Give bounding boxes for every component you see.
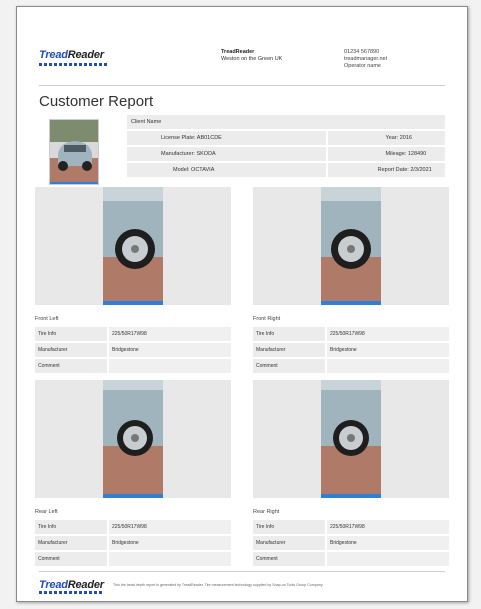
tyre-row: Comment	[253, 359, 449, 373]
tyre-row: Comment	[35, 359, 231, 373]
license-plate: License Plate: AB01CDE	[127, 131, 326, 145]
client-name: Client Name	[127, 115, 445, 129]
tyre-row: Manufacturer Bridgestone	[253, 343, 449, 357]
tyre-row: Comment	[35, 552, 231, 566]
info-row: Client Name	[127, 115, 447, 129]
vehicle-photo	[50, 120, 98, 184]
tyre-row: Manufacturer Bridgestone	[35, 536, 231, 550]
vehicle-model: Model: OCTAVIA	[127, 163, 326, 177]
vehicle-info-table: Client Name License Plate: AB01CDE Year:…	[127, 115, 447, 179]
treadreader-logo: TreadReader	[39, 49, 104, 61]
tyre-photo	[103, 187, 163, 305]
contact-block: 01234 567890 treadmanager.net Operator n…	[344, 49, 387, 70]
tyre-photo	[103, 380, 163, 498]
tyre-photo-front-right	[253, 187, 449, 305]
tyre-photo	[321, 187, 381, 305]
tyre-row: Tire Info 225/50R17W98	[35, 327, 231, 341]
logo-underline	[39, 63, 109, 66]
tyre-row: Manufacturer Bridgestone	[253, 536, 449, 550]
manufacturer-value: Bridgestone	[109, 343, 231, 357]
tire-info-value: 225/50R17W98	[109, 327, 231, 341]
comment-label: Comment	[35, 552, 107, 566]
tyre-position-rear-right: Rear Right	[253, 509, 280, 515]
contact-operator: Operator name	[344, 63, 381, 69]
tire-info-value: 225/50R17W98	[109, 520, 231, 534]
tyre-photo-front-left	[35, 187, 231, 305]
comment-value	[109, 359, 231, 373]
info-row: Manufacturer: SKODA Mileage: 128490	[127, 147, 447, 161]
vehicle-thumbnail	[49, 119, 99, 185]
logo-tread-text: Tread	[39, 579, 68, 591]
comment-value	[109, 552, 231, 566]
tyre-photo-rear-left	[35, 380, 231, 498]
page-title: Customer Report	[39, 93, 154, 110]
tyre-row: Tire Info 225/50R17W98	[253, 520, 449, 534]
footer-logo: TreadReader	[39, 579, 104, 591]
tire-info-label: Tire Info	[35, 327, 107, 341]
vehicle-manufacturer: Manufacturer: SKODA	[127, 147, 326, 161]
report-footer: TreadReader This tire tread depth report…	[39, 577, 445, 595]
logo-reader-text: Reader	[67, 579, 104, 591]
manufacturer-label: Manufacturer	[35, 536, 107, 550]
comment-label: Comment	[35, 359, 107, 373]
company-name: TreadReader	[221, 49, 255, 55]
vehicle-mileage: Mileage: 128490	[327, 147, 445, 161]
footer-text: This tire tread depth report is generate…	[113, 583, 324, 587]
contact-phone: 01234 567890	[344, 49, 380, 55]
info-row: Model: OCTAVIA Report Date: 2/3/2021	[127, 163, 447, 177]
logo-reader-text: Reader	[67, 49, 104, 61]
manufacturer-value: Bridgestone	[109, 536, 231, 550]
vehicle-year: Year: 2016	[327, 131, 445, 145]
company-block: TreadReader Weston on the Green UK	[221, 49, 282, 63]
tire-info-label: Tire Info	[35, 520, 107, 534]
tyre-photo-rear-right	[253, 380, 449, 498]
tyre-photo	[321, 380, 381, 498]
comment-label: Comment	[253, 552, 325, 566]
report-header: TreadReader TreadReader Weston on the Gr…	[39, 47, 445, 81]
tire-info-label: Tire Info	[253, 520, 325, 534]
tire-info-value: 225/50R17W98	[327, 520, 449, 534]
tire-info-label: Tire Info	[253, 327, 325, 341]
manufacturer-label: Manufacturer	[253, 536, 325, 550]
company-location: Weston on the Green UK	[221, 56, 283, 62]
header-divider	[39, 85, 445, 86]
manufacturer-label: Manufacturer	[253, 343, 325, 357]
tyre-row: Comment	[253, 552, 449, 566]
tyre-position-rear-left: Rear Left	[35, 509, 58, 515]
footer-divider	[39, 571, 445, 572]
tyre-position-front-left: Front Left	[35, 316, 59, 322]
report-date: Report Date: 2/3/2021	[327, 163, 445, 177]
manufacturer-value: Bridgestone	[327, 536, 449, 550]
tyre-row: Manufacturer Bridgestone	[35, 343, 231, 357]
manufacturer-label: Manufacturer	[35, 343, 107, 357]
contact-site: treadmanager.net	[344, 56, 388, 62]
report-page: TreadReader TreadReader Weston on the Gr…	[16, 6, 468, 602]
info-row: License Plate: AB01CDE Year: 2016	[127, 131, 447, 145]
tyre-position-front-right: Front Right	[253, 316, 281, 322]
tyre-row: Tire Info 225/50R17W98	[253, 327, 449, 341]
comment-label: Comment	[253, 359, 325, 373]
comment-value	[327, 359, 449, 373]
tire-info-value: 225/50R17W98	[327, 327, 449, 341]
comment-value	[327, 552, 449, 566]
logo-underline	[39, 591, 103, 594]
logo-tread-text: Tread	[39, 49, 68, 61]
tyre-row: Tire Info 225/50R17W98	[35, 520, 231, 534]
manufacturer-value: Bridgestone	[327, 343, 449, 357]
